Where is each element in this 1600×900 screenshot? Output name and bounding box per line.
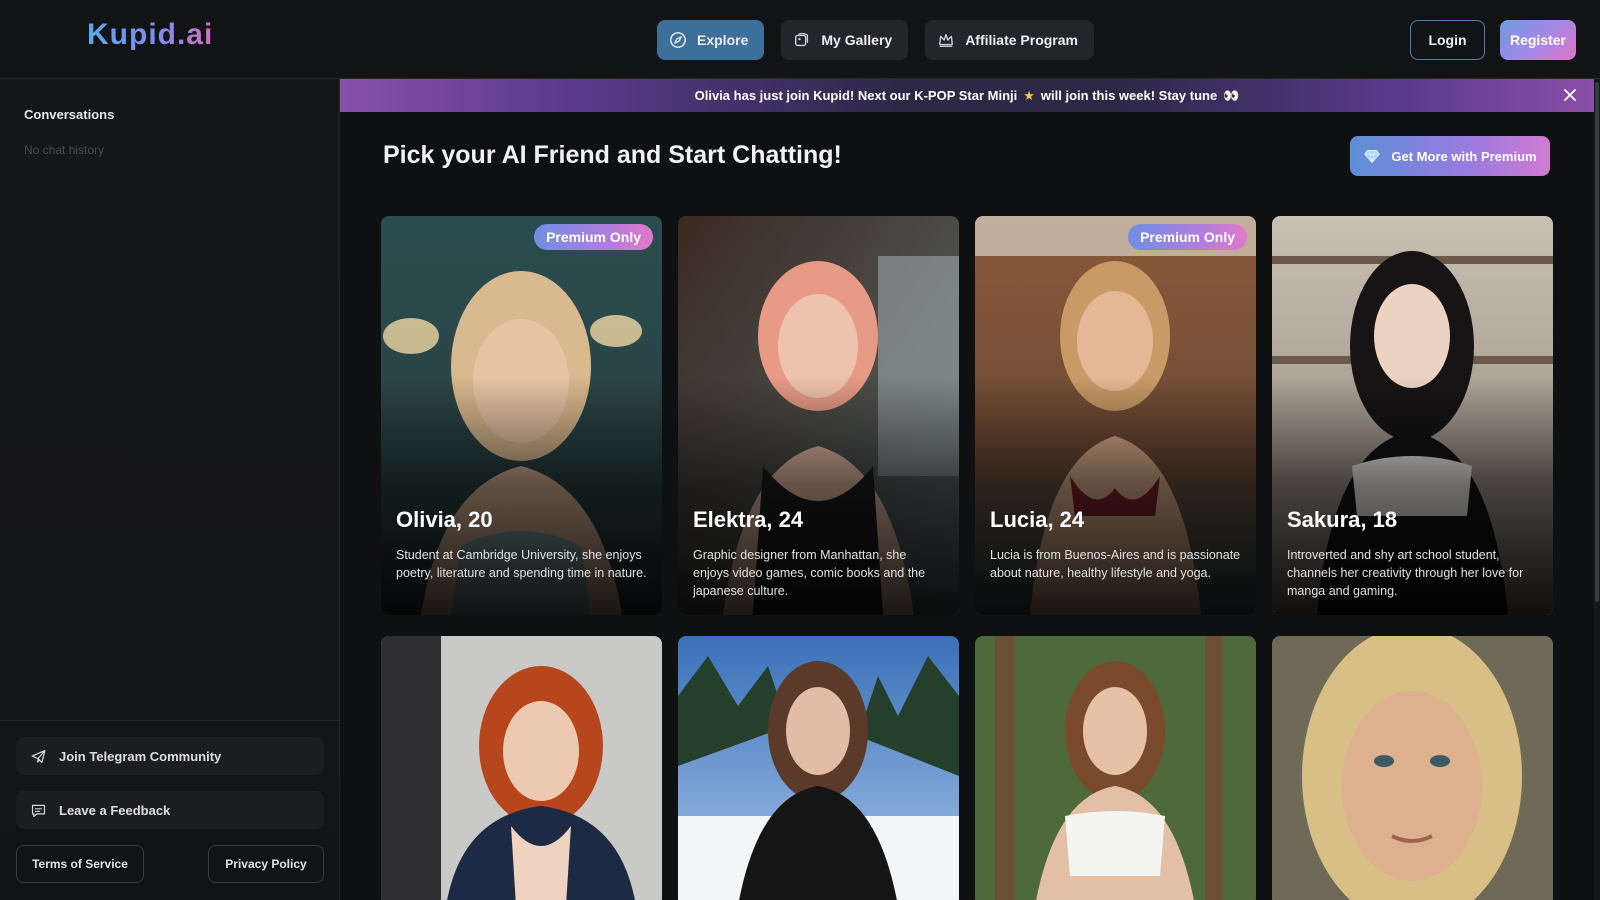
nav-affiliate-label: Affiliate Program: [965, 32, 1078, 48]
nav-my-gallery-button[interactable]: My Gallery: [781, 20, 909, 60]
compass-icon: [669, 31, 687, 49]
character-photo: [1272, 636, 1553, 900]
nav-affiliate-button[interactable]: Affiliate Program: [925, 20, 1094, 60]
premium-only-badge: Premium Only: [1128, 224, 1247, 250]
character-card-lucia[interactable]: Premium Only Lucia, 24 Lucia is from Bue…: [975, 216, 1256, 615]
gallery-icon: [793, 31, 811, 49]
banner-text-end: will join this week! Stay tune: [1040, 88, 1218, 103]
character-card-sakura[interactable]: Sakura, 18 Introverted and shy art schoo…: [1272, 216, 1553, 615]
conversations-heading: Conversations: [24, 107, 115, 122]
character-card[interactable]: [1272, 636, 1553, 900]
character-card[interactable]: [678, 636, 959, 900]
character-photo: [678, 636, 959, 900]
eyes-emoji: 👀: [1223, 87, 1240, 103]
terms-of-service-button[interactable]: Terms of Service: [16, 845, 144, 883]
leave-feedback-label: Leave a Feedback: [59, 802, 171, 818]
scrollbar-thumb[interactable]: [1595, 82, 1599, 602]
top-bar: Kupid.ai Explore My Gallery Affiliate Pr…: [0, 0, 1600, 79]
empty-chat-history: No chat history: [24, 143, 105, 157]
join-telegram-button[interactable]: Join Telegram Community: [16, 737, 324, 775]
register-button[interactable]: Register: [1500, 20, 1576, 60]
character-name: Sakura, 18: [1287, 507, 1398, 532]
telegram-icon: [31, 749, 46, 763]
crown-icon: [937, 31, 955, 49]
nav-my-gallery-label: My Gallery: [821, 32, 893, 48]
login-button[interactable]: Login: [1410, 20, 1485, 60]
star-icon: ★: [1023, 87, 1035, 103]
character-name: Lucia, 24: [990, 507, 1085, 532]
character-card-elektra[interactable]: Elektra, 24 Graphic designer from Manhat…: [678, 216, 959, 615]
character-photo: [381, 636, 662, 900]
character-name: Olivia, 20: [396, 507, 493, 532]
leave-feedback-button[interactable]: Leave a Feedback: [16, 791, 324, 829]
nav-explore-label: Explore: [697, 32, 749, 48]
diamond-icon: [1364, 150, 1381, 163]
main-nav: Explore My Gallery Affiliate Program: [657, 20, 1094, 60]
character-card[interactable]: [975, 636, 1256, 900]
banner-text-start: Olivia has just join Kupid! Next our K-P…: [694, 88, 1018, 103]
get-premium-button[interactable]: Get More with Premium: [1350, 136, 1550, 176]
privacy-policy-button[interactable]: Privacy Policy: [208, 845, 324, 883]
sidebar-divider: [0, 720, 340, 721]
character-description: Lucia is from Buenos-Aires and is passio…: [990, 548, 1241, 580]
premium-only-badge: Premium Only: [534, 224, 653, 250]
character-card[interactable]: [381, 636, 662, 900]
character-grid: Premium Only Olivia, 20 Student at Cambr…: [381, 216, 1553, 900]
character-description: Graphic designer from Manhattan, she enj…: [693, 548, 926, 598]
sidebar: Conversations No chat history Join Teleg…: [0, 79, 340, 900]
character-name: Elektra, 24: [693, 507, 804, 532]
page-title: Pick your AI Friend and Start Chatting!: [383, 141, 842, 169]
character-photo: [975, 636, 1256, 900]
character-description: Student at Cambridge University, she enj…: [396, 548, 647, 580]
message-icon: [31, 804, 46, 817]
get-premium-label: Get More with Premium: [1391, 148, 1537, 164]
banner-close-icon[interactable]: [1562, 87, 1578, 103]
join-telegram-label: Join Telegram Community: [59, 748, 222, 764]
nav-explore-button[interactable]: Explore: [657, 20, 765, 60]
logo[interactable]: Kupid.ai: [87, 18, 213, 52]
character-description: Introverted and shy art school student, …: [1287, 548, 1524, 598]
character-card-olivia[interactable]: Premium Only Olivia, 20 Student at Cambr…: [381, 216, 662, 615]
announcement-banner: Olivia has just join Kupid! Next our K-P…: [340, 79, 1594, 112]
